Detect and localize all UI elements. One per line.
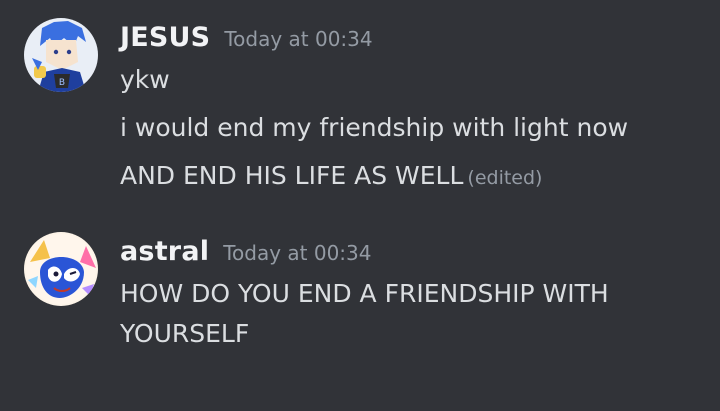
message-text: i would end my friendship with light now (120, 113, 629, 142)
message-group: astral Today at 00:34 HOW DO YOU END A F… (0, 210, 720, 411)
message-line-edited: AND END HIS LIFE AS WELL (edited) (120, 161, 542, 193)
avatar[interactable] (24, 232, 98, 306)
avatar[interactable]: B (24, 18, 98, 92)
username[interactable]: JESUS (120, 22, 210, 53)
timestamp[interactable]: Today at 00:34 (224, 27, 372, 51)
message-text: ykw (120, 65, 170, 94)
message-text: AND END HIS LIFE AS WELL (120, 161, 464, 190)
message-header: JESUS Today at 00:34 (120, 22, 373, 53)
svg-text:B: B (59, 78, 65, 88)
username[interactable]: astral (120, 236, 209, 267)
message-group: B JESUS Today at 00:34 ykw i would end m… (0, 0, 720, 210)
message-text: HOW DO YOU END A FRIENDSHIP WITH (120, 279, 609, 308)
message-text: YOURSELF (120, 319, 250, 348)
chat-message-list: B JESUS Today at 00:34 ykw i would end m… (0, 0, 720, 411)
cartoon-hedgehog-avatar-icon (24, 232, 98, 306)
edited-label: (edited) (467, 167, 543, 189)
anime-avatar-blue-hair-icon: B (24, 18, 98, 92)
message-header: astral Today at 00:34 (120, 236, 371, 267)
timestamp[interactable]: Today at 00:34 (223, 241, 371, 265)
